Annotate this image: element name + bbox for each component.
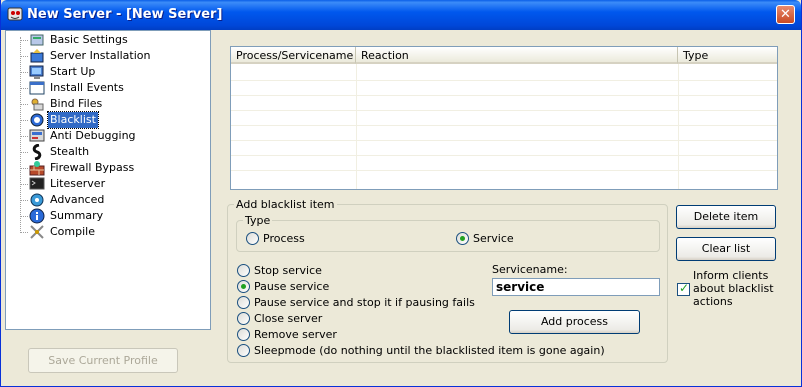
inform-clients-label-line-2: about blacklist bbox=[693, 282, 774, 295]
tree-connector bbox=[20, 104, 28, 105]
tree-connector bbox=[20, 200, 28, 201]
reaction-close-server-radio[interactable]: Close server bbox=[237, 312, 357, 325]
type-group-label: Type bbox=[243, 214, 273, 227]
liteserver-icon bbox=[29, 177, 45, 190]
grid-line bbox=[231, 140, 777, 141]
servicename-label: Servicename: bbox=[492, 263, 568, 276]
bind-files-icon bbox=[31, 98, 44, 111]
advanced-icon bbox=[30, 193, 44, 207]
tree-connector bbox=[20, 37, 21, 233]
add-item-group-label: Add blacklist item bbox=[234, 198, 337, 211]
tree-connector bbox=[20, 56, 28, 57]
compile-icon bbox=[30, 225, 44, 239]
client-area: Basic Settings Server Installation Start… bbox=[4, 30, 798, 383]
window-title: New Server - [New Server] bbox=[27, 7, 223, 22]
inform-clients-checkbox[interactable]: ✓ bbox=[677, 281, 690, 296]
check-icon: ✓ bbox=[679, 281, 690, 295]
reaction-remove-server-radio[interactable]: Remove server bbox=[237, 328, 357, 341]
inform-clients-label-line-1: Inform clients bbox=[693, 269, 769, 282]
clear-list-button[interactable]: Clear list bbox=[676, 237, 776, 261]
anti-debugging-icon bbox=[29, 129, 45, 142]
grid-line bbox=[231, 80, 777, 81]
settings-icon bbox=[30, 34, 44, 46]
column-header-type[interactable]: Type bbox=[678, 47, 777, 64]
summary-icon bbox=[29, 208, 45, 224]
delete-item-button[interactable]: Delete item bbox=[676, 205, 776, 229]
tree-connector bbox=[20, 136, 28, 137]
tree-connector bbox=[20, 88, 28, 89]
stealth-icon bbox=[32, 144, 42, 160]
tree-connector bbox=[20, 40, 28, 41]
tree-connector bbox=[20, 168, 28, 169]
inform-clients-label-line-3: actions bbox=[693, 295, 733, 308]
column-header-reaction[interactable]: Reaction bbox=[356, 47, 678, 64]
add-process-button[interactable]: Add process bbox=[509, 310, 640, 334]
type-service-radio[interactable]: Service bbox=[456, 232, 536, 245]
tree-connector bbox=[20, 72, 28, 73]
firewall-icon bbox=[29, 161, 45, 176]
grid-line bbox=[231, 110, 777, 111]
type-process-radio[interactable]: Process bbox=[246, 232, 326, 245]
settings-tree[interactable]: Basic Settings Server Installation Start… bbox=[5, 30, 211, 330]
reaction-pause-service-radio[interactable]: Pause service bbox=[237, 280, 357, 293]
app-window: New Server - [New Server] ✕ Basic Settin… bbox=[0, 0, 802, 387]
grid-line bbox=[231, 170, 777, 171]
reaction-pause-stop-radio[interactable]: Pause service and stop it if pausing fai… bbox=[237, 296, 475, 309]
tree-connector bbox=[20, 152, 28, 153]
installation-icon bbox=[30, 49, 44, 63]
startup-icon bbox=[29, 65, 44, 79]
tree-connector bbox=[20, 216, 28, 217]
tree-connector bbox=[20, 232, 28, 233]
servicename-input[interactable]: service bbox=[492, 278, 660, 296]
close-icon: ✕ bbox=[780, 7, 791, 22]
grid-line bbox=[231, 155, 777, 156]
type-group: Type Process Service bbox=[236, 214, 660, 252]
reaction-sleepmode-radio[interactable]: Sleepmode (do nothing until the blacklis… bbox=[237, 344, 605, 357]
column-header-process[interactable]: Process/Servicename bbox=[231, 47, 356, 64]
tree-connector bbox=[20, 184, 28, 185]
grid-line bbox=[231, 95, 777, 96]
grid-line bbox=[231, 125, 777, 126]
events-icon bbox=[29, 81, 45, 95]
save-profile-button[interactable]: Save Current Profile bbox=[28, 348, 178, 373]
blacklist-table[interactable]: Process/Servicename Reaction Type bbox=[230, 46, 778, 190]
add-item-group: Add blacklist item Type Process Service … bbox=[227, 198, 668, 363]
app-icon bbox=[7, 7, 23, 21]
blacklist-icon bbox=[30, 113, 44, 127]
title-bar[interactable]: New Server - [New Server] ✕ bbox=[1, 0, 801, 30]
tree-connector bbox=[20, 120, 28, 121]
close-button[interactable]: ✕ bbox=[776, 5, 795, 24]
reaction-stop-service-radio[interactable]: Stop service bbox=[237, 264, 357, 277]
